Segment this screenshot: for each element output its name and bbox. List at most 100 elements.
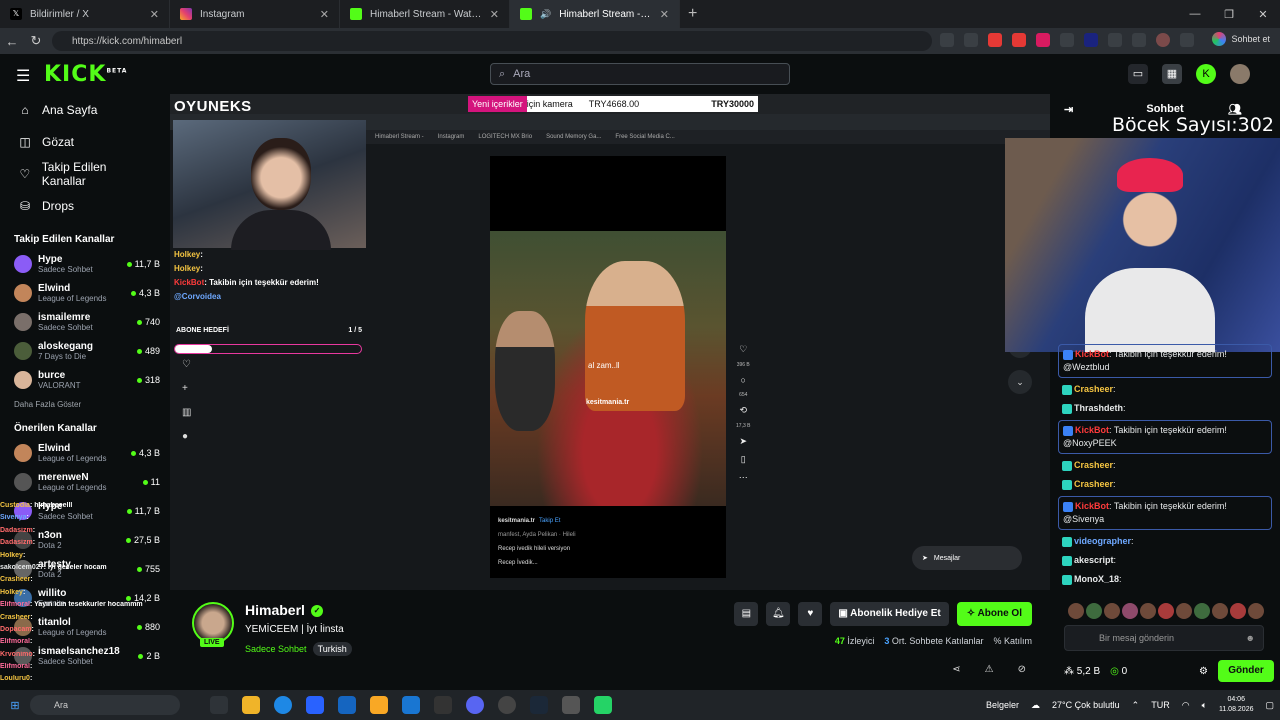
sidebar-channel[interactable]: Elwind League of Legends 4,3 B [0, 278, 170, 307]
close-icon[interactable]: ✕ [490, 8, 499, 21]
emote-icon[interactable] [1194, 603, 1210, 619]
emote-icon[interactable] [1176, 603, 1192, 619]
follow-heart-button[interactable]: ♥ [798, 602, 823, 626]
search-input[interactable]: ⌕ Ara [490, 63, 790, 85]
layout-icon[interactable]: ▦ [1162, 64, 1182, 84]
extension-icon[interactable] [1084, 33, 1098, 47]
chat-username[interactable]: Crasheer [1074, 479, 1113, 489]
app-icon[interactable] [210, 696, 228, 714]
settings-icon[interactable]: ⚙ [1199, 666, 1208, 677]
channel-name[interactable]: Himaberl [245, 602, 305, 618]
discord-icon[interactable] [466, 696, 484, 714]
bell-icon[interactable]: 🔔︎ [766, 602, 791, 626]
emote-icon[interactable] [1104, 603, 1120, 619]
close-icon[interactable]: ✕ [150, 8, 159, 21]
chat-username[interactable]: KickBot [1075, 425, 1109, 435]
language-tag[interactable]: Turkish [312, 642, 352, 656]
tab-kick-2[interactable]: 🔊 Himaberl Stream - Watch Live on Kick ✕ [510, 0, 680, 28]
new-tab-button[interactable]: + [688, 5, 697, 23]
chat-username[interactable]: MonoX_18 [1074, 574, 1119, 584]
whatsapp-icon[interactable] [594, 696, 612, 714]
theater-icon[interactable]: ▭ [1128, 64, 1148, 84]
maximize-icon[interactable]: ❐ [1212, 8, 1246, 21]
sidebar-channel[interactable]: burce VALORANT 318 [0, 365, 170, 394]
back-icon[interactable]: ← [0, 34, 24, 49]
emote-icon[interactable] [1212, 603, 1228, 619]
app-icon[interactable] [306, 696, 324, 714]
sidebar-channel[interactable]: merenweN League of Legends 11 [0, 467, 170, 496]
chat-username[interactable]: KickBot [1075, 501, 1109, 511]
volume-icon[interactable]: 🔈︎ [1202, 700, 1207, 711]
tab-x[interactable]: 𝕏 Bildirimler / X ✕ [0, 0, 170, 28]
language-label[interactable]: TUR [1151, 700, 1170, 710]
user-avatar[interactable] [1230, 64, 1250, 84]
weather-label[interactable]: 27°C Çok bulutlu [1052, 700, 1120, 710]
copilot-button[interactable]: Sohbet et [1212, 32, 1270, 46]
edge-icon[interactable] [274, 696, 292, 714]
favorite-icon[interactable] [964, 33, 978, 47]
nav-drops[interactable]: ⛁ Drops [0, 190, 170, 222]
chat-input[interactable]: Bir mesaj gönderin ☻ [1064, 625, 1264, 651]
sidebar-channel[interactable]: Elwind League of Legends 4,3 B [0, 438, 170, 467]
emote-icon[interactable] [1086, 603, 1102, 619]
chat-username[interactable]: Crasheer [1074, 384, 1113, 394]
chat-username[interactable]: akescript [1074, 555, 1114, 565]
emote-icon[interactable] [1230, 603, 1246, 619]
app-icon[interactable] [402, 696, 420, 714]
avatar-icon[interactable] [1156, 33, 1170, 47]
app-icon[interactable] [498, 696, 516, 714]
emoji-icon[interactable]: ☻ [1246, 633, 1255, 643]
reload-icon[interactable]: ↻ [24, 33, 48, 49]
extension-icon[interactable] [1012, 33, 1026, 47]
kick-logo[interactable]: KICKBETA [44, 62, 127, 87]
puzzle-icon[interactable] [1108, 33, 1122, 47]
sidebar-channel[interactable]: aloskegang 7 Days to Die 489 [0, 336, 170, 365]
app-icon[interactable] [434, 696, 452, 714]
extension-icon[interactable] [1132, 33, 1146, 47]
extension-icon[interactable] [1036, 33, 1050, 47]
extension-icon[interactable] [988, 33, 1002, 47]
clock[interactable]: 04:06 11.08.2026 [1219, 695, 1254, 715]
notification-icon[interactable]: ▢ [1265, 700, 1274, 711]
nav-following[interactable]: ♡ Takip Edilen Kanallar [0, 158, 170, 190]
wifi-icon[interactable]: ◠ [1182, 700, 1190, 711]
menu-icon[interactable] [1180, 33, 1194, 47]
chat-username[interactable]: KickBot [1075, 349, 1109, 359]
hide-icon[interactable]: ⊘ [1018, 664, 1026, 675]
clip-button[interactable]: ▤ [734, 602, 759, 626]
hamburger-icon[interactable]: ☰ [16, 66, 30, 86]
subscribe-button[interactable]: ✧ Abone Ol [956, 602, 1032, 626]
reader-icon[interactable] [940, 33, 954, 47]
report-icon[interactable]: ⚠ [985, 664, 994, 675]
app-icon[interactable] [562, 696, 580, 714]
app-icon[interactable] [242, 696, 260, 714]
app-icon[interactable] [338, 696, 356, 714]
category-link[interactable]: Sadece Sohbet [245, 644, 307, 654]
collapse-chat-icon[interactable]: ⇥ [1064, 103, 1073, 116]
documents-label[interactable]: Belgeler [986, 700, 1019, 710]
emote-icon[interactable] [1068, 603, 1084, 619]
minimize-icon[interactable]: — [1178, 8, 1212, 20]
url-input[interactable]: https://kick.com/himaberl [52, 31, 932, 51]
emote-icon[interactable] [1158, 603, 1174, 619]
chat-username[interactable]: videographer [1074, 536, 1131, 546]
share-icon[interactable]: ⋖ [952, 664, 960, 675]
close-icon[interactable]: ✕ [320, 8, 329, 21]
taskbar-search[interactable]: Ara [30, 695, 180, 715]
emote-icon[interactable] [1248, 603, 1264, 619]
show-more-link[interactable]: Daha Fazla Göster [0, 394, 170, 415]
emote-icon[interactable] [1122, 603, 1138, 619]
start-icon[interactable]: ⊞ [0, 699, 30, 712]
close-window-icon[interactable]: ✕ [1246, 8, 1280, 21]
gift-sub-button[interactable]: ▣ Abonelik Hediye Et [830, 602, 949, 626]
nav-browse[interactable]: ◫ Gözat [0, 126, 170, 158]
app-icon[interactable] [370, 696, 388, 714]
tab-kick-1[interactable]: Himaberl Stream - Watch Live on Kick ✕ [340, 0, 510, 28]
send-button[interactable]: Gönder [1218, 660, 1274, 682]
sidebar-channel[interactable]: ismailemre Sadece Sohbet 740 [0, 307, 170, 336]
emote-icon[interactable] [1140, 603, 1156, 619]
nav-home[interactable]: ⌂ Ana Sayfa [0, 94, 170, 126]
sidebar-channel[interactable]: Hype Sadece Sohbet 11,7 B [0, 249, 170, 278]
close-icon[interactable]: ✕ [660, 8, 669, 21]
stream-player[interactable]: Himaberl Stream - Instagram LOGITECH MX Br… [170, 94, 1050, 590]
